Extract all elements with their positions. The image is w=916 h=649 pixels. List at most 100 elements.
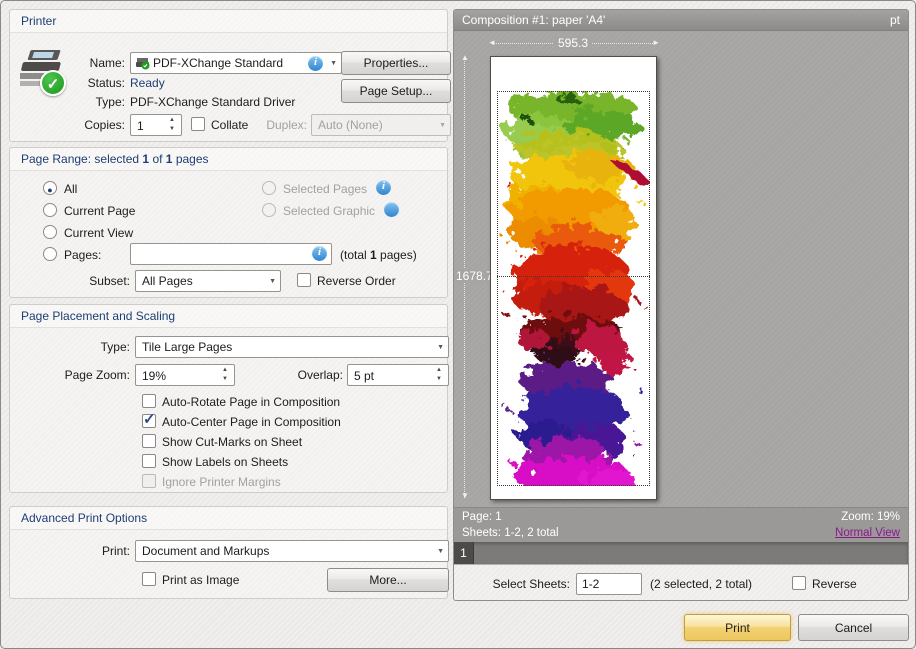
copies-value: 1	[137, 116, 144, 136]
spin-down-icon[interactable]: ▼	[220, 375, 230, 384]
printer-ready-badge-icon: ✓	[40, 70, 66, 96]
total-pages-count: 1	[370, 248, 377, 262]
labels-checkbox[interactable]	[142, 454, 156, 468]
page-range-title-mid: of	[149, 152, 166, 166]
width-measure-label: 595.3	[554, 36, 592, 50]
reverse-order-checkbox[interactable]	[297, 273, 311, 287]
advanced-print-value: Document and Markups	[142, 544, 269, 558]
duplex-value: Auto (None)	[318, 118, 383, 132]
radio-current-view-label[interactable]: Current View	[64, 226, 133, 240]
radio-all-dot: ●	[47, 185, 52, 195]
select-sheets-label: Select Sheets:	[472, 577, 570, 591]
reverse-order-label[interactable]: Reverse Order	[317, 274, 396, 288]
radio-pages[interactable]	[43, 247, 57, 261]
collate-checkbox[interactable]	[191, 117, 205, 131]
total-pages-prefix: (total	[340, 248, 370, 262]
pages-input[interactable]	[130, 243, 332, 265]
composition-unit: pt	[890, 10, 900, 31]
ruler-down-arrow-icon: ▼	[461, 492, 469, 500]
selected-pages-info-icon[interactable]: i	[376, 180, 391, 195]
ruler-right-arrow-icon: ►	[652, 39, 660, 47]
spin-down-icon[interactable]: ▼	[434, 375, 444, 384]
composition-panel: Composition #1: paper 'A4' pt ◄ ► 595.3 …	[453, 9, 909, 601]
page-zoom-stepper[interactable]: 19% ▲▼	[135, 364, 235, 386]
overlap-stepper[interactable]: 5 pt ▲▼	[347, 364, 449, 386]
radio-selected-graphic-label: Selected Graphic	[283, 204, 375, 218]
properties-button[interactable]: Properties...	[341, 51, 451, 75]
reverse-checkbox[interactable]	[792, 576, 806, 590]
subset-value: All Pages	[142, 274, 193, 288]
advanced-group-title: Advanced Print Options	[10, 507, 447, 530]
spin-up-icon[interactable]: ▲	[220, 366, 230, 375]
printer-type-value: PDF-XChange Standard Driver	[130, 95, 295, 109]
composition-canvas[interactable]: ◄ ► 595.3 ▲ ▼ 1678.7	[454, 32, 908, 507]
copies-stepper[interactable]: 1 ▲▼	[130, 114, 182, 136]
auto-rotate-checkbox[interactable]	[142, 394, 156, 408]
placement-group-title: Page Placement and Scaling	[10, 305, 447, 328]
pages-info-icon[interactable]: i	[312, 246, 327, 261]
page-zoom-label: Page Zoom:	[50, 368, 130, 382]
radio-all[interactable]: ●	[43, 181, 57, 195]
placement-type-dropdown-icon: ▼	[437, 338, 444, 358]
radio-selected-pages	[262, 181, 276, 195]
spin-down-icon[interactable]: ▼	[167, 125, 177, 134]
print-dialog: { "icons": { "dropdown_arrow": "▼", "spi…	[0, 0, 916, 649]
radio-current-page[interactable]	[43, 203, 57, 217]
ignore-margins-checkbox	[142, 474, 156, 488]
cut-marks-checkbox[interactable]	[142, 434, 156, 448]
print-as-image-label[interactable]: Print as Image	[162, 573, 239, 587]
labels-label[interactable]: Show Labels on Sheets	[162, 455, 288, 469]
cancel-button[interactable]: Cancel	[798, 614, 909, 641]
radio-pages-label[interactable]: Pages:	[64, 248, 101, 262]
page-zoom-spin-icons[interactable]: ▲▼	[220, 366, 230, 384]
subset-select[interactable]: All Pages ▼	[135, 270, 281, 292]
height-measure-label: 1678.7	[454, 269, 495, 283]
printer-info-icon[interactable]: i	[308, 56, 323, 71]
sheet-strip[interactable]: 1	[454, 542, 908, 564]
sheet-tab-1[interactable]: 1	[454, 542, 474, 564]
normal-view-link[interactable]: Normal View	[835, 527, 900, 539]
selected-graphic-info-icon[interactable]	[384, 202, 399, 217]
collate-label[interactable]: Collate	[211, 118, 248, 132]
placement-type-select[interactable]: Tile Large Pages ▼	[135, 336, 449, 358]
info-glyph: i	[382, 180, 385, 192]
spin-up-icon[interactable]: ▲	[434, 366, 444, 375]
duplex-label: Duplex:	[247, 118, 307, 132]
composition-title: Composition #1: paper 'A4'	[462, 10, 605, 31]
auto-center-label[interactable]: Auto-Center Page in Composition	[162, 415, 341, 429]
page-zoom-value: 19%	[142, 366, 166, 386]
subset-label: Subset:	[70, 274, 130, 288]
radio-current-page-label[interactable]: Current Page	[64, 204, 135, 218]
overlap-value: 5 pt	[354, 366, 374, 386]
placement-type-label: Type:	[70, 340, 130, 354]
auto-center-checkbox[interactable]: ✓	[142, 414, 156, 428]
radio-current-view[interactable]	[43, 225, 57, 239]
more-button[interactable]: More...	[327, 568, 449, 592]
selection-info-text: (2 selected, 2 total)	[650, 577, 752, 591]
copies-spin-icons[interactable]: ▲▼	[167, 116, 177, 134]
radio-selected-pages-label: Selected Pages	[283, 182, 367, 196]
printer-group: Printer ✓ Name: PDF-XChange Standard i ▼…	[9, 9, 448, 142]
reverse-label[interactable]: Reverse	[812, 577, 857, 591]
advanced-group: Advanced Print Options Print: Document a…	[9, 506, 448, 599]
auto-center-check-glyph: ✓	[143, 410, 156, 428]
printer-type-label: Type:	[65, 95, 125, 109]
select-sheets-input[interactable]	[576, 573, 642, 595]
radio-all-label[interactable]: All	[64, 182, 77, 196]
print-button[interactable]: Print	[684, 614, 791, 641]
overlap-label: Overlap:	[283, 368, 343, 382]
printer-name-select[interactable]: PDF-XChange Standard i ▼	[130, 52, 342, 74]
tile-split-line	[497, 276, 650, 277]
placement-type-value: Tile Large Pages	[142, 340, 232, 354]
preview-page[interactable]	[490, 56, 657, 500]
subset-dropdown-icon: ▼	[269, 272, 276, 292]
badge-check-glyph: ✓	[47, 76, 60, 93]
print-as-image-checkbox[interactable]	[142, 572, 156, 586]
overlap-spin-icons[interactable]: ▲▼	[434, 366, 444, 384]
total-pages-suffix: pages)	[377, 248, 417, 262]
cut-marks-label[interactable]: Show Cut-Marks on Sheet	[162, 435, 302, 449]
spin-up-icon[interactable]: ▲	[167, 116, 177, 125]
advanced-print-select[interactable]: Document and Markups ▼	[135, 540, 449, 562]
auto-rotate-label[interactable]: Auto-Rotate Page in Composition	[162, 395, 340, 409]
page-setup-button[interactable]: Page Setup...	[341, 79, 451, 103]
